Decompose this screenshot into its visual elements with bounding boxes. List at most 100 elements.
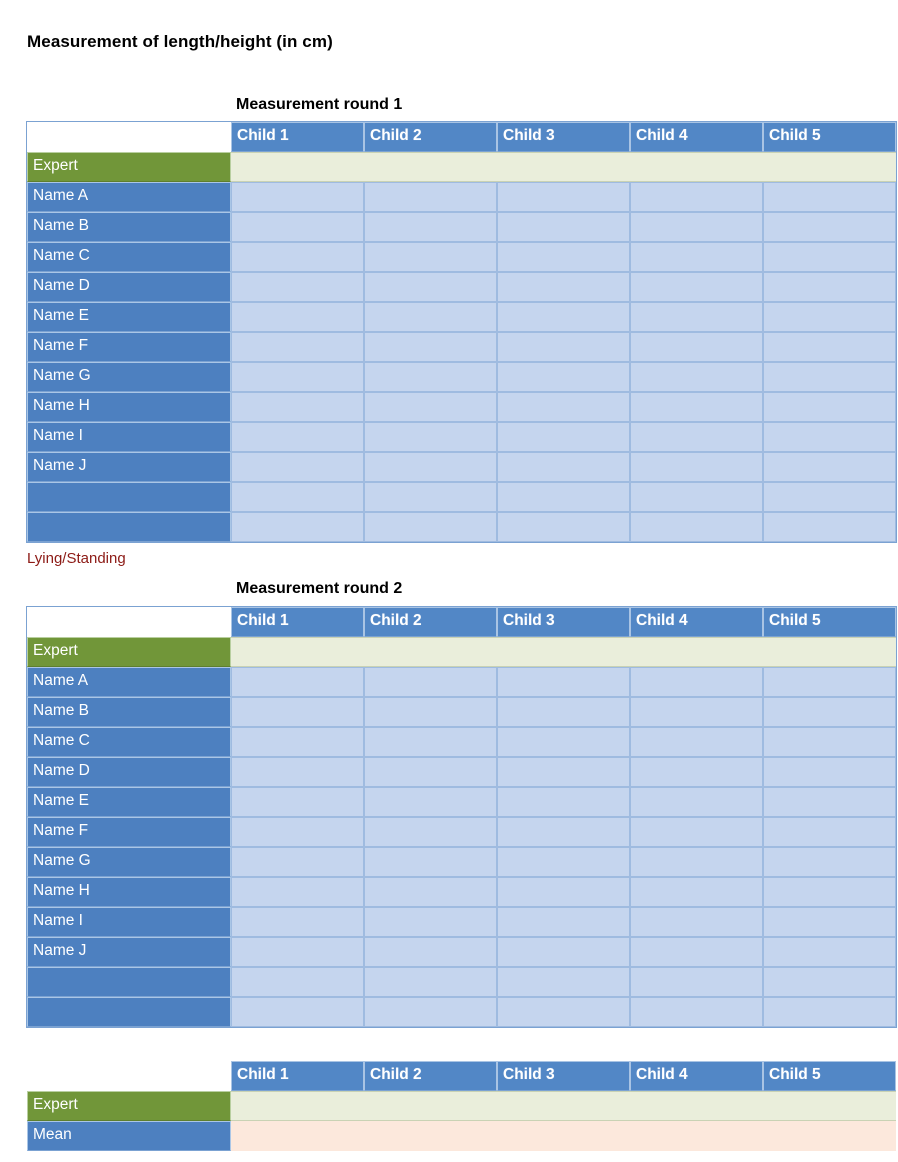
data-cell[interactable] xyxy=(763,847,896,877)
data-cell[interactable] xyxy=(630,302,763,332)
row-label-expert[interactable]: Expert xyxy=(27,152,231,182)
data-cell[interactable] xyxy=(630,332,763,362)
row-label-name-d[interactable]: Name D xyxy=(27,272,231,302)
data-cell[interactable] xyxy=(763,757,896,787)
data-cell[interactable] xyxy=(231,452,364,482)
data-cell[interactable] xyxy=(630,787,763,817)
data-cell[interactable] xyxy=(763,1121,896,1151)
data-cell[interactable] xyxy=(763,817,896,847)
row-label-name-d[interactable]: Name D xyxy=(27,757,231,787)
data-cell[interactable] xyxy=(763,697,896,727)
data-cell[interactable] xyxy=(231,362,364,392)
data-cell[interactable] xyxy=(630,212,763,242)
data-cell[interactable] xyxy=(763,727,896,757)
data-cell[interactable] xyxy=(364,967,497,997)
data-cell[interactable] xyxy=(763,242,896,272)
data-cell[interactable] xyxy=(763,967,896,997)
data-cell[interactable] xyxy=(497,272,630,302)
data-cell[interactable] xyxy=(497,332,630,362)
data-cell[interactable] xyxy=(763,787,896,817)
data-cell[interactable] xyxy=(763,422,896,452)
data-cell[interactable] xyxy=(364,907,497,937)
data-cell[interactable] xyxy=(630,937,763,967)
data-cell[interactable] xyxy=(231,242,364,272)
data-cell[interactable] xyxy=(497,637,630,667)
row-label-mean[interactable]: Mean xyxy=(27,1121,231,1151)
data-cell[interactable] xyxy=(364,362,497,392)
row-label-name-e[interactable]: Name E xyxy=(27,787,231,817)
data-cell[interactable] xyxy=(231,512,364,542)
data-cell[interactable] xyxy=(364,997,497,1027)
data-cell[interactable] xyxy=(763,877,896,907)
data-cell[interactable] xyxy=(497,392,630,422)
data-cell[interactable] xyxy=(231,877,364,907)
data-cell[interactable] xyxy=(231,847,364,877)
data-cell[interactable] xyxy=(630,817,763,847)
data-cell[interactable] xyxy=(364,272,497,302)
data-cell[interactable] xyxy=(630,1121,763,1151)
data-cell[interactable] xyxy=(497,242,630,272)
data-cell[interactable] xyxy=(630,182,763,212)
data-cell[interactable] xyxy=(497,967,630,997)
row-label-name-f[interactable]: Name F xyxy=(27,817,231,847)
data-cell[interactable] xyxy=(497,362,630,392)
data-cell[interactable] xyxy=(630,637,763,667)
row-label-name-h[interactable]: Name H xyxy=(27,877,231,907)
row-label-name-i[interactable]: Name I xyxy=(27,907,231,937)
data-cell[interactable] xyxy=(763,937,896,967)
data-cell[interactable] xyxy=(630,422,763,452)
row-label-name-a[interactable]: Name A xyxy=(27,667,231,697)
row-label-empty[interactable] xyxy=(27,997,231,1027)
data-cell[interactable] xyxy=(630,697,763,727)
data-cell[interactable] xyxy=(763,997,896,1027)
data-cell[interactable] xyxy=(630,967,763,997)
row-label-empty[interactable] xyxy=(27,482,231,512)
data-cell[interactable] xyxy=(231,787,364,817)
data-cell[interactable] xyxy=(364,392,497,422)
data-cell[interactable] xyxy=(497,1091,630,1121)
data-cell[interactable] xyxy=(231,392,364,422)
data-cell[interactable] xyxy=(630,727,763,757)
data-cell[interactable] xyxy=(231,1121,364,1151)
data-cell[interactable] xyxy=(763,272,896,302)
data-cell[interactable] xyxy=(763,302,896,332)
data-cell[interactable] xyxy=(630,272,763,302)
row-label-expert[interactable]: Expert xyxy=(27,1091,231,1121)
data-cell[interactable] xyxy=(497,997,630,1027)
row-label-name-e[interactable]: Name E xyxy=(27,302,231,332)
data-cell[interactable] xyxy=(497,482,630,512)
data-cell[interactable] xyxy=(364,667,497,697)
data-cell[interactable] xyxy=(763,482,896,512)
row-label-name-a[interactable]: Name A xyxy=(27,182,231,212)
data-cell[interactable] xyxy=(364,817,497,847)
data-cell[interactable] xyxy=(231,272,364,302)
data-cell[interactable] xyxy=(497,667,630,697)
data-cell[interactable] xyxy=(497,727,630,757)
data-cell[interactable] xyxy=(231,212,364,242)
row-label-empty[interactable] xyxy=(27,967,231,997)
data-cell[interactable] xyxy=(231,152,364,182)
data-cell[interactable] xyxy=(231,667,364,697)
data-cell[interactable] xyxy=(497,182,630,212)
data-cell[interactable] xyxy=(630,362,763,392)
data-cell[interactable] xyxy=(364,242,497,272)
data-cell[interactable] xyxy=(231,907,364,937)
data-cell[interactable] xyxy=(497,907,630,937)
data-cell[interactable] xyxy=(497,697,630,727)
data-cell[interactable] xyxy=(497,757,630,787)
data-cell[interactable] xyxy=(364,877,497,907)
data-cell[interactable] xyxy=(630,1091,763,1121)
data-cell[interactable] xyxy=(231,182,364,212)
data-cell[interactable] xyxy=(231,482,364,512)
data-cell[interactable] xyxy=(364,1121,497,1151)
data-cell[interactable] xyxy=(630,997,763,1027)
data-cell[interactable] xyxy=(763,907,896,937)
data-cell[interactable] xyxy=(630,482,763,512)
data-cell[interactable] xyxy=(231,302,364,332)
row-label-name-g[interactable]: Name G xyxy=(27,847,231,877)
data-cell[interactable] xyxy=(763,392,896,422)
data-cell[interactable] xyxy=(630,512,763,542)
data-cell[interactable] xyxy=(630,667,763,697)
data-cell[interactable] xyxy=(364,787,497,817)
data-cell[interactable] xyxy=(630,392,763,422)
